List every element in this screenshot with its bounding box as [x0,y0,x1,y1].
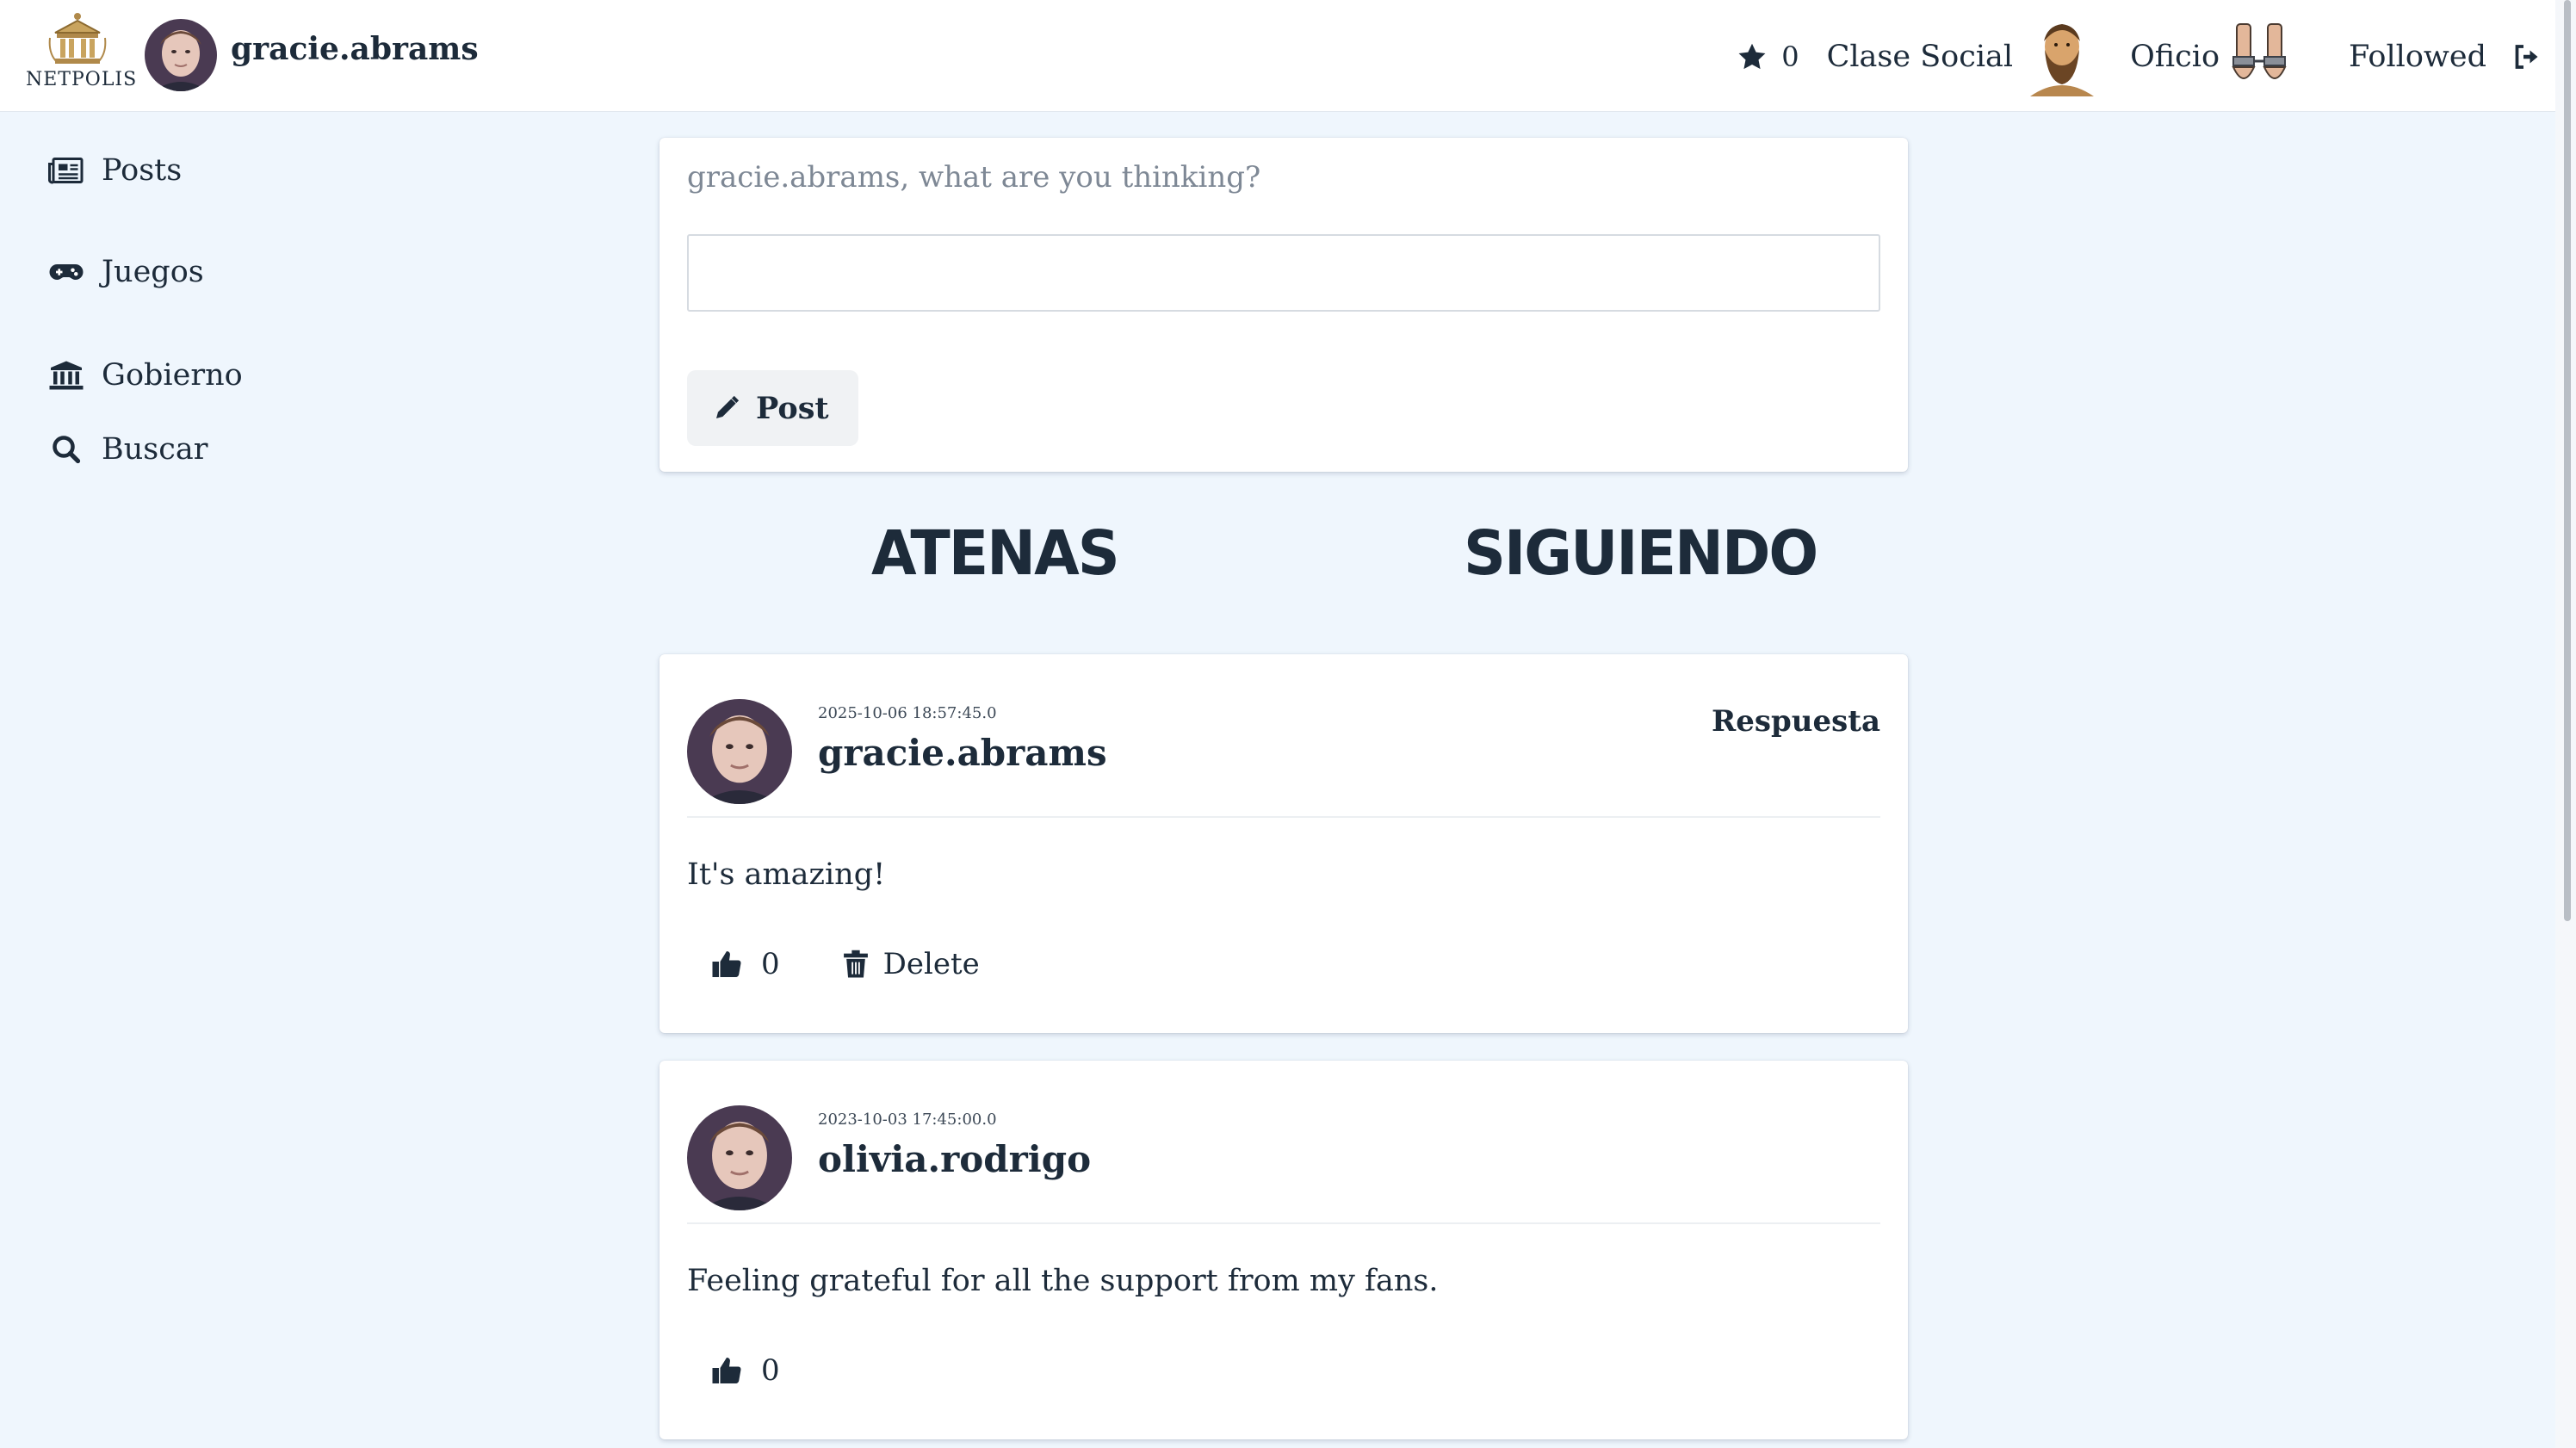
post-actions: 0 Delete [711,947,980,981]
followed-status[interactable]: Followed [2349,40,2511,74]
post-text: Feeling grateful for all the support fro… [687,1264,1439,1298]
oficio[interactable]: Oficio [2130,22,2349,91]
post-card: 2025-10-06 18:57:45.0 gracie.abrams Resp… [659,654,1908,1033]
like-count: 0 [761,947,780,981]
star-icon [1738,43,1766,70]
post-author-avatar[interactable] [687,699,792,804]
sidebar-item-buscar[interactable]: Buscar [48,432,207,467]
star-count: 0 [1781,40,1799,73]
profile-photo [145,19,217,91]
clase-social-label: Clase Social [1826,40,2014,74]
sidebar-item-posts[interactable]: Posts [48,153,182,188]
thumbs-up-icon [712,951,741,978]
delete-label: Delete [882,947,980,981]
delete-button[interactable]: Delete [842,947,980,981]
scrollbar-thumb[interactable] [2564,0,2571,921]
composer-prompt: gracie.abrams, what are you thinking? [687,160,1261,195]
user-avatar[interactable] [145,19,217,91]
followed-label: Followed [2349,40,2486,74]
profile-photo [687,699,792,804]
post-card: 2023-10-03 17:45:00.0 olivia.rodrigo Fee… [659,1061,1908,1439]
post-button[interactable]: Post [687,370,858,446]
netpolis-logo[interactable]: NETPOLIS [26,12,138,98]
page-scrollbar[interactable] [2555,0,2576,1448]
sidebar-item-label: Gobierno [102,358,243,393]
oficio-label: Oficio [2130,40,2220,74]
sidebar-item-label: Posts [102,153,183,188]
divider [687,1222,1880,1224]
like-button[interactable]: 0 [711,1353,780,1388]
logout-icon [2515,45,2538,69]
header-status-area: 0 Clase Social Oficio Followed [1737,15,2542,98]
post-author-avatar[interactable] [687,1105,792,1210]
government-building-icon [49,361,84,390]
post-author[interactable]: olivia.rodrigo [818,1138,1091,1180]
pencil-icon [716,395,740,418]
sidebar-item-label: Buscar [102,432,208,467]
like-count: 0 [761,1353,780,1388]
tab-siguiendo[interactable]: SIGUIENDO [1464,518,1818,590]
newspaper-icon [48,158,84,184]
sidebar-item-gobierno[interactable]: Gobierno [48,358,243,393]
post-composer: gracie.abrams, what are you thinking? Po… [659,138,1908,472]
divider [687,816,1880,818]
gamepad-icon [49,264,84,280]
star-score: 0 [1737,40,1826,73]
header-username[interactable]: gracie.abrams [231,31,479,67]
clase-social[interactable]: Clase Social [1827,17,2131,96]
reply-button[interactable]: Respuesta [1712,704,1880,739]
post-actions: 0 [711,1353,780,1388]
logout-button[interactable] [2511,41,2542,72]
composer-input[interactable] [687,234,1880,312]
top-navbar: NETPOLIS gracie.abrams 0 Clase Social Of… [0,0,2576,112]
bearded-man-icon [2030,24,2095,96]
shackled-hands-icon [2232,23,2287,79]
post-timestamp: 2023-10-03 17:45:00.0 [818,1111,997,1129]
sidebar-item-label: Juegos [102,255,204,289]
search-icon [53,436,81,464]
like-button[interactable]: 0 [711,947,780,981]
post-text: It's amazing! [687,857,886,892]
sidebar-item-juegos[interactable]: Juegos [48,255,204,289]
logo-text: NETPOLIS [26,69,138,90]
post-author[interactable]: gracie.abrams [818,732,1107,774]
temple-logo-icon [48,13,107,64]
tab-atenas[interactable]: ATENAS [871,518,1120,590]
post-timestamp: 2025-10-06 18:57:45.0 [818,704,997,722]
profile-photo [687,1105,792,1210]
post-button-label: Post [756,390,829,426]
thumbs-up-icon [712,1358,741,1384]
trash-icon [843,950,868,978]
